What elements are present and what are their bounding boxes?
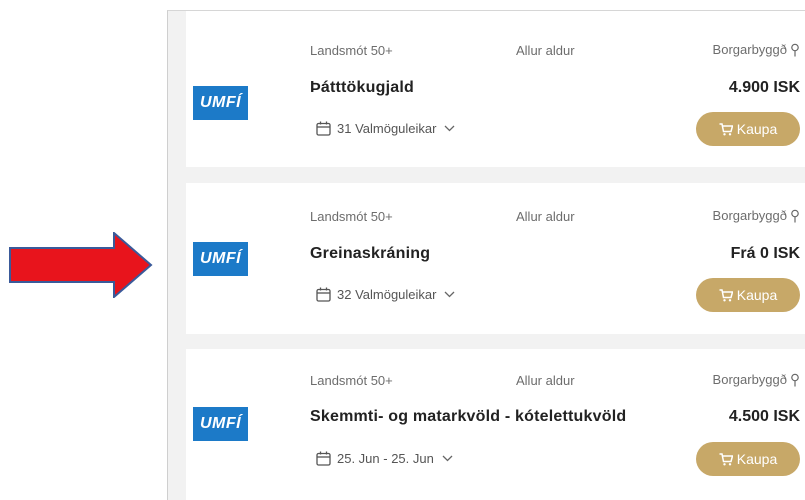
- options-dropdown[interactable]: 32 Valmöguleikar: [316, 287, 455, 302]
- map-pin-icon: [791, 373, 799, 386]
- buy-label: Kaupa: [736, 287, 778, 303]
- location-label: Borgarbyggð: [712, 42, 787, 57]
- map-pin-icon: [791, 43, 799, 56]
- product-title[interactable]: Þátttökugjald: [310, 79, 414, 97]
- product-title[interactable]: Greinaskráning: [310, 245, 430, 263]
- calendar-icon: [316, 121, 331, 136]
- list-item: UMFÍ Landsmót 50+ Allur aldur Borgarbygg…: [186, 11, 805, 167]
- product-title[interactable]: Skemmti- og matarkvöld - kótelettukvöld: [310, 408, 626, 426]
- buy-label: Kaupa: [736, 451, 778, 467]
- list-item: UMFÍ Landsmót 50+ Allur aldur Borgarbygg…: [186, 183, 805, 334]
- umfi-logo: UMFÍ: [193, 86, 248, 120]
- category-label: Landsmót 50+: [310, 209, 393, 224]
- cart-icon: [719, 122, 733, 135]
- chevron-down-icon: [442, 455, 453, 462]
- category-label: Landsmót 50+: [310, 43, 393, 58]
- buy-button[interactable]: Kaupa: [696, 112, 800, 146]
- location: Borgarbyggð: [713, 42, 800, 57]
- product-price: 4.900 ISK: [728, 79, 800, 96]
- cart-icon: [719, 288, 733, 301]
- red-arrow-icon: [9, 232, 153, 298]
- umfi-logo: UMFÍ: [193, 242, 248, 276]
- product-list: UMFÍ Landsmót 50+ Allur aldur Borgarbygg…: [167, 10, 805, 500]
- umfi-logo: UMFÍ: [193, 407, 248, 441]
- map-pin-icon: [791, 209, 799, 222]
- chevron-down-icon: [445, 125, 455, 132]
- location: Borgarbyggð: [713, 372, 800, 387]
- location-label: Borgarbyggð: [712, 372, 787, 387]
- options-label: 31 Valmöguleikar: [337, 121, 437, 136]
- cart-icon: [719, 452, 733, 465]
- buy-button[interactable]: Kaupa: [696, 278, 800, 312]
- age-label: Allur aldur: [516, 43, 575, 58]
- age-label: Allur aldur: [516, 209, 575, 224]
- age-label: Allur aldur: [516, 373, 575, 388]
- calendar-icon: [316, 287, 331, 302]
- calendar-icon: [316, 451, 331, 466]
- options-dropdown[interactable]: 31 Valmöguleikar: [316, 121, 455, 136]
- date-range-dropdown[interactable]: 25. Jun - 25. Jun: [316, 451, 453, 466]
- product-price: Frá 0 ISK: [730, 245, 800, 262]
- buy-button[interactable]: Kaupa: [696, 442, 800, 476]
- buy-label: Kaupa: [736, 121, 778, 137]
- date-range-label: 25. Jun - 25. Jun: [337, 451, 434, 466]
- chevron-down-icon: [445, 291, 455, 298]
- list-item: UMFÍ Landsmót 50+ Allur aldur Borgarbygg…: [186, 349, 805, 500]
- category-label: Landsmót 50+: [310, 373, 393, 388]
- location-label: Borgarbyggð: [712, 208, 787, 223]
- location: Borgarbyggð: [713, 208, 800, 223]
- options-label: 32 Valmöguleikar: [337, 287, 437, 302]
- product-price: 4.500 ISK: [728, 408, 800, 425]
